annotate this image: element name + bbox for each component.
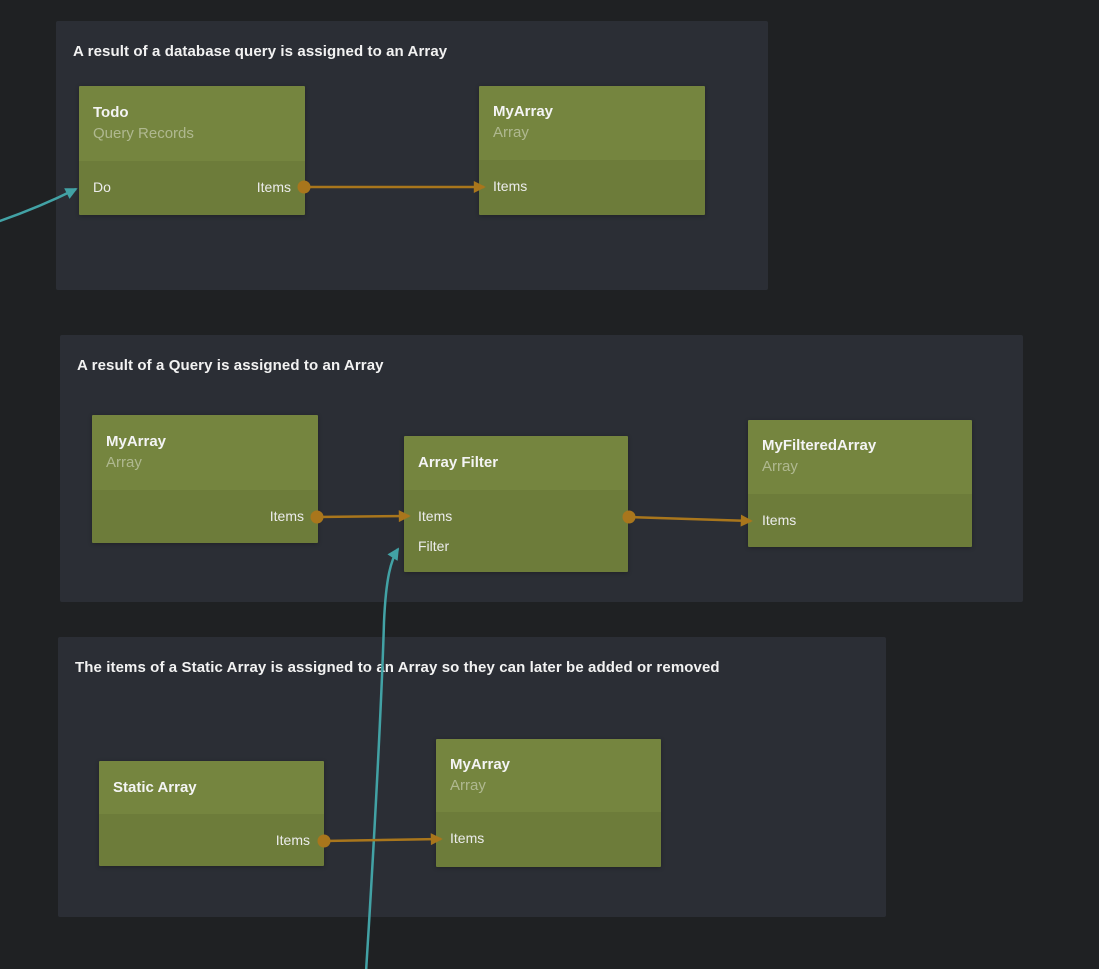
node-subtitle: Array [450, 775, 647, 797]
node-title: MyFilteredArray [762, 436, 958, 456]
node-array-filter[interactable]: Array Filter Items Filter [404, 436, 628, 572]
node-header: MyFilteredArray Array [748, 420, 972, 494]
port-items-output[interactable]: Items [257, 179, 291, 195]
port-items-output[interactable]: Items [276, 832, 310, 848]
group-title: A result of a database query is assigned… [73, 43, 447, 60]
port-items-input[interactable]: Items [762, 512, 796, 528]
node-header: Array Filter [404, 436, 628, 490]
group-title: A result of a Query is assigned to an Ar… [77, 357, 384, 374]
node-body: Items [748, 494, 972, 547]
node-myarray-bottom[interactable]: MyArray Array Items [436, 739, 661, 867]
node-todo-query-records[interactable]: Todo Query Records Do Items [79, 86, 305, 215]
port-do-input[interactable]: Do [93, 179, 111, 195]
node-body: Items Filter [404, 490, 628, 572]
node-editor-canvas[interactable]: A result of a database query is assigned… [0, 0, 1099, 969]
port-items-input[interactable]: Items [418, 508, 452, 524]
node-title: Todo [93, 103, 291, 123]
node-myarray-top[interactable]: MyArray Array Items [479, 86, 705, 215]
node-subtitle: Array [106, 452, 304, 474]
group-title: The items of a Static Array is assigned … [75, 659, 720, 676]
node-body: Items [479, 160, 705, 215]
node-body: Do Items [79, 161, 305, 215]
node-myarray-middle[interactable]: MyArray Array Items [92, 415, 318, 543]
node-subtitle: Array [762, 456, 958, 478]
port-items-input[interactable]: Items [450, 830, 484, 846]
node-subtitle: Query Records [93, 123, 291, 145]
node-header: Todo Query Records [79, 86, 305, 161]
node-header: MyArray Array [479, 86, 705, 160]
node-header: MyArray Array [92, 415, 318, 490]
port-filter-input[interactable]: Filter [418, 538, 449, 554]
port-items-input[interactable]: Items [493, 178, 527, 194]
node-body: Items [92, 490, 318, 543]
node-myfilteredarray[interactable]: MyFilteredArray Array Items [748, 420, 972, 547]
node-title: MyArray [493, 102, 691, 122]
node-static-array[interactable]: Static Array Items [99, 761, 324, 866]
node-header: Static Array [99, 761, 324, 814]
node-body: Items [436, 812, 661, 867]
node-header: MyArray Array [436, 739, 661, 812]
node-title: Static Array [113, 778, 310, 798]
port-items-output[interactable]: Items [270, 508, 304, 524]
node-title: Array Filter [418, 453, 614, 473]
node-subtitle: Array [493, 122, 691, 144]
node-title: MyArray [450, 755, 647, 775]
node-title: MyArray [106, 432, 304, 452]
node-body: Items [99, 814, 324, 866]
